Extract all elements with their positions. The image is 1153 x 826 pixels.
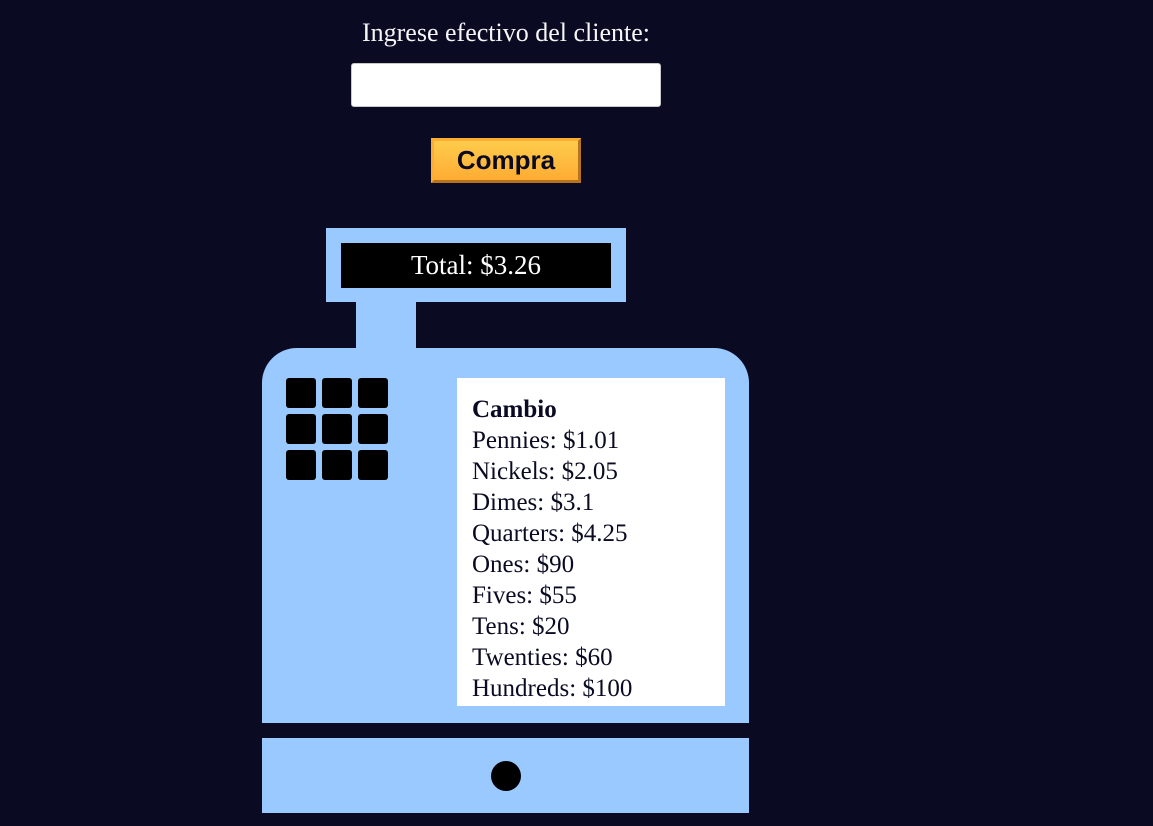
change-hundreds: Hundreds: $100 [472,675,633,702]
change-fives: Fives: $55 [472,582,577,609]
change-pennies: Pennies: $1.01 [472,427,620,454]
change-title: Cambio [472,396,557,423]
cash-register-app: Ingrese efectivo del cliente: Compra Tot… [0,0,1153,826]
total-display: Total: $3.26 [341,243,611,288]
keypad-key [358,450,388,480]
keypad-key [322,414,352,444]
cash-input[interactable] [351,63,661,107]
keypad-key [322,378,352,408]
change-tens: Tens: $20 [472,613,570,640]
purchase-button[interactable]: Compra [431,138,581,183]
change-quarters: Quarters: $4.25 [472,520,628,547]
change-twenties: Twenties: $60 [472,644,613,671]
drawer-knob [491,761,521,791]
change-in-drawer-panel: Cambio Pennies: $1.01 Nickels: $2.05 Dim… [457,378,725,706]
keypad-key [286,450,316,480]
keypad-key [286,414,316,444]
change-dimes: Dimes: $3.1 [472,489,595,516]
register-keypad [286,378,388,480]
cash-input-label: Ingrese efectivo del cliente: [361,18,651,47]
change-nickels: Nickels: $2.05 [472,458,618,485]
change-ones: Ones: $90 [472,551,575,578]
keypad-key [322,450,352,480]
keypad-key [358,414,388,444]
register-neck [356,302,416,352]
keypad-key [286,378,316,408]
keypad-key [358,378,388,408]
